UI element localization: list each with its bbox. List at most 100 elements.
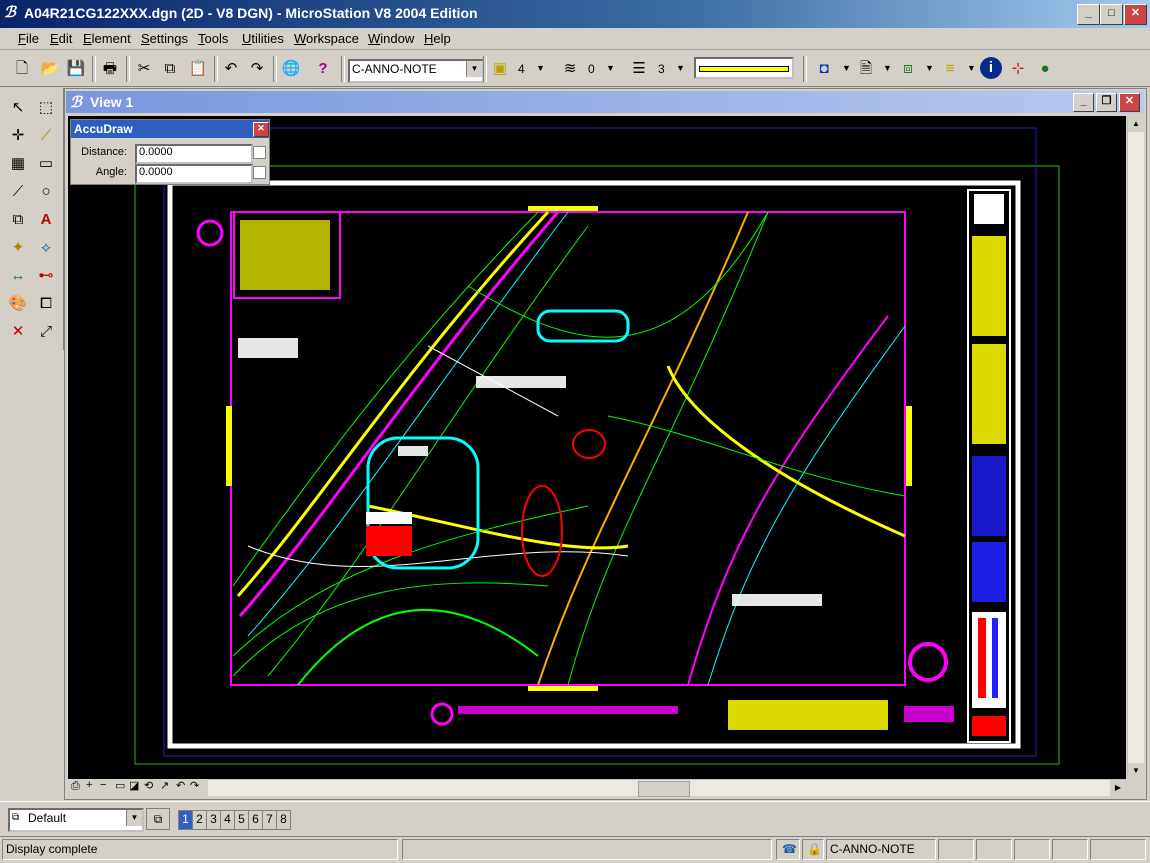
text-icon[interactable]: A [34, 208, 58, 232]
drawing-canvas[interactable] [68, 116, 1126, 779]
view-toggle-3[interactable]: 3 [206, 810, 221, 830]
distance-input[interactable]: 0.0000 [135, 144, 253, 164]
globe-icon[interactable]: 🌐 [279, 57, 303, 81]
minimize-button[interactable]: _ [1077, 4, 1100, 25]
print-icon[interactable]: 🖶 [98, 57, 122, 81]
view-close-button[interactable]: ✕ [1119, 93, 1140, 112]
pan-view-icon[interactable]: ↗ [160, 779, 169, 792]
chevron-down-icon[interactable]: ▼ [126, 810, 142, 826]
chevron-down-icon[interactable]: ▼ [536, 63, 545, 73]
chevron-down-icon[interactable]: ▼ [925, 63, 934, 73]
cell-icon[interactable]: ⧉ [6, 208, 30, 232]
menu-edit[interactable]: Edit [50, 31, 72, 46]
fence-icon[interactable]: ◘ [812, 57, 836, 81]
zoom-in-icon[interactable]: + [86, 779, 92, 791]
delete-icon[interactable]: ✕ [6, 320, 30, 344]
view-restore-button[interactable]: ❐ [1096, 93, 1117, 112]
modify-icon[interactable]: ⟋ [34, 124, 58, 148]
measure-icon[interactable]: ⟡ [34, 236, 58, 260]
chevron-down-icon[interactable]: ▼ [606, 63, 615, 73]
menu-tools[interactable]: Tools [198, 31, 228, 46]
chevron-down-icon[interactable]: ▼ [842, 63, 851, 73]
menu-help[interactable]: Help [424, 31, 451, 46]
rotate-view-icon[interactable]: ⟲ [144, 779, 153, 792]
view-toggle-1[interactable]: 1 [178, 810, 193, 830]
microstation-app-icon[interactable]: ℬ [4, 5, 20, 21]
help-icon[interactable]: ? [311, 57, 335, 81]
pattern-icon[interactable]: 🎨 [6, 292, 30, 316]
scroll-down-icon[interactable]: ▼ [1128, 763, 1144, 779]
chevron-down-icon[interactable]: ▼ [883, 63, 892, 73]
view-toggle-2[interactable]: 2 [192, 810, 207, 830]
accudraw-close-button[interactable]: ✕ [253, 122, 269, 137]
manipulate-icon[interactable]: ✛ [6, 124, 30, 148]
new-file-icon[interactable]: 🗋 [10, 57, 34, 81]
open-folder-icon[interactable]: 📂 [38, 57, 62, 81]
level-manager-icon[interactable]: ⧈ [896, 57, 920, 81]
distance-lock-checkbox[interactable] [253, 146, 266, 159]
view-next-icon[interactable]: ↷ [190, 779, 199, 792]
view-toggle-5[interactable]: 5 [234, 810, 249, 830]
angle-input[interactable]: 0.0000 [135, 164, 253, 184]
menu-workspace[interactable]: Workspace [294, 31, 359, 46]
paste-icon[interactable]: 📋 [186, 57, 210, 81]
menu-utilities[interactable]: Utilities [242, 31, 284, 46]
save-icon[interactable]: 💾 [64, 57, 88, 81]
scroll-up-icon[interactable]: ▲ [1128, 116, 1144, 132]
dimension-icon[interactable]: ↔ [6, 264, 30, 288]
circle-icon[interactable]: ○ [34, 180, 58, 204]
scale-icon[interactable]: ⤢ [34, 320, 58, 344]
menu-file[interactable]: File [18, 31, 39, 46]
dimension-linear-icon[interactable]: ⊷ [34, 264, 58, 288]
fit-view-icon[interactable]: ◪ [129, 779, 139, 792]
window-area-icon[interactable]: ▭ [115, 779, 125, 792]
scroll-thumb[interactable] [638, 781, 690, 797]
line-weight-icon[interactable]: ☰ [627, 57, 651, 81]
copy-icon[interactable]: ⧉ [158, 57, 182, 81]
zoom-out-icon[interactable]: − [100, 779, 106, 791]
chevron-down-icon[interactable]: ▼ [967, 63, 976, 73]
accudraw-dialog[interactable]: AccuDraw ✕ Distance: 0.0000 Angle: 0.000… [70, 119, 270, 185]
view-toggle-8[interactable]: 8 [276, 810, 291, 830]
horizontal-scrollbar[interactable]: ▶ [68, 779, 1126, 797]
copy-element-icon[interactable]: ⧠ [34, 292, 58, 316]
level-combo[interactable]: C-ANNO-NOTE ▼ [348, 59, 484, 83]
undo-icon[interactable]: ↶ [219, 57, 243, 81]
snap-icon[interactable]: ⊹ [1006, 57, 1030, 81]
levels-display-icon[interactable]: ≡ [938, 57, 962, 81]
info-icon[interactable]: i [980, 57, 1002, 79]
update-view-icon[interactable]: ⎙ [71, 780, 80, 793]
line-icon[interactable]: ⟋ [6, 180, 30, 204]
angle-lock-checkbox[interactable] [253, 166, 266, 179]
view-toggle-6[interactable]: 6 [248, 810, 263, 830]
select-arrow-icon[interactable]: ↖ [6, 96, 30, 120]
view-minimize-button[interactable]: _ [1073, 93, 1094, 112]
line-style-icon[interactable]: ≋ [558, 57, 582, 81]
view-toggle-7[interactable]: 7 [262, 810, 277, 830]
select-box-icon[interactable]: ⬚ [34, 96, 58, 120]
scroll-right-icon[interactable]: ▶ [1110, 780, 1126, 796]
view-toggle-4[interactable]: 4 [220, 810, 235, 830]
chevron-down-icon[interactable]: ▼ [676, 63, 685, 73]
view-group-combo[interactable]: Default ⧉ ▼ [8, 808, 144, 832]
phone-icon[interactable]: ☎ [776, 839, 800, 860]
rectangle-icon[interactable]: ▭ [34, 152, 58, 176]
groups-icon[interactable]: ▦ [6, 152, 30, 176]
point-icon[interactable]: ✦ [6, 236, 30, 260]
close-button[interactable]: ✕ [1124, 4, 1147, 25]
render-icon[interactable]: ● [1033, 57, 1057, 81]
lock-icon[interactable]: 🔒 [802, 839, 824, 860]
redo-icon[interactable]: ↷ [245, 57, 269, 81]
view-groups-manager-icon[interactable]: ⧉ [146, 808, 170, 830]
cut-icon[interactable]: ✂ [132, 57, 156, 81]
maximize-button[interactable]: □ [1100, 4, 1123, 25]
chevron-down-icon[interactable]: ▼ [466, 61, 482, 77]
menu-settings[interactable]: Settings [141, 31, 188, 46]
view-previous-icon[interactable]: ↶ [176, 779, 185, 792]
color-icon[interactable]: ▣ [488, 57, 512, 81]
active-line-preview[interactable] [694, 57, 794, 79]
vertical-scrollbar[interactable]: ▲ ▼ [1127, 116, 1144, 779]
menu-element[interactable]: Element [83, 31, 131, 46]
reference-icon[interactable]: 🗎 [854, 57, 878, 81]
menu-window[interactable]: Window [368, 31, 414, 46]
